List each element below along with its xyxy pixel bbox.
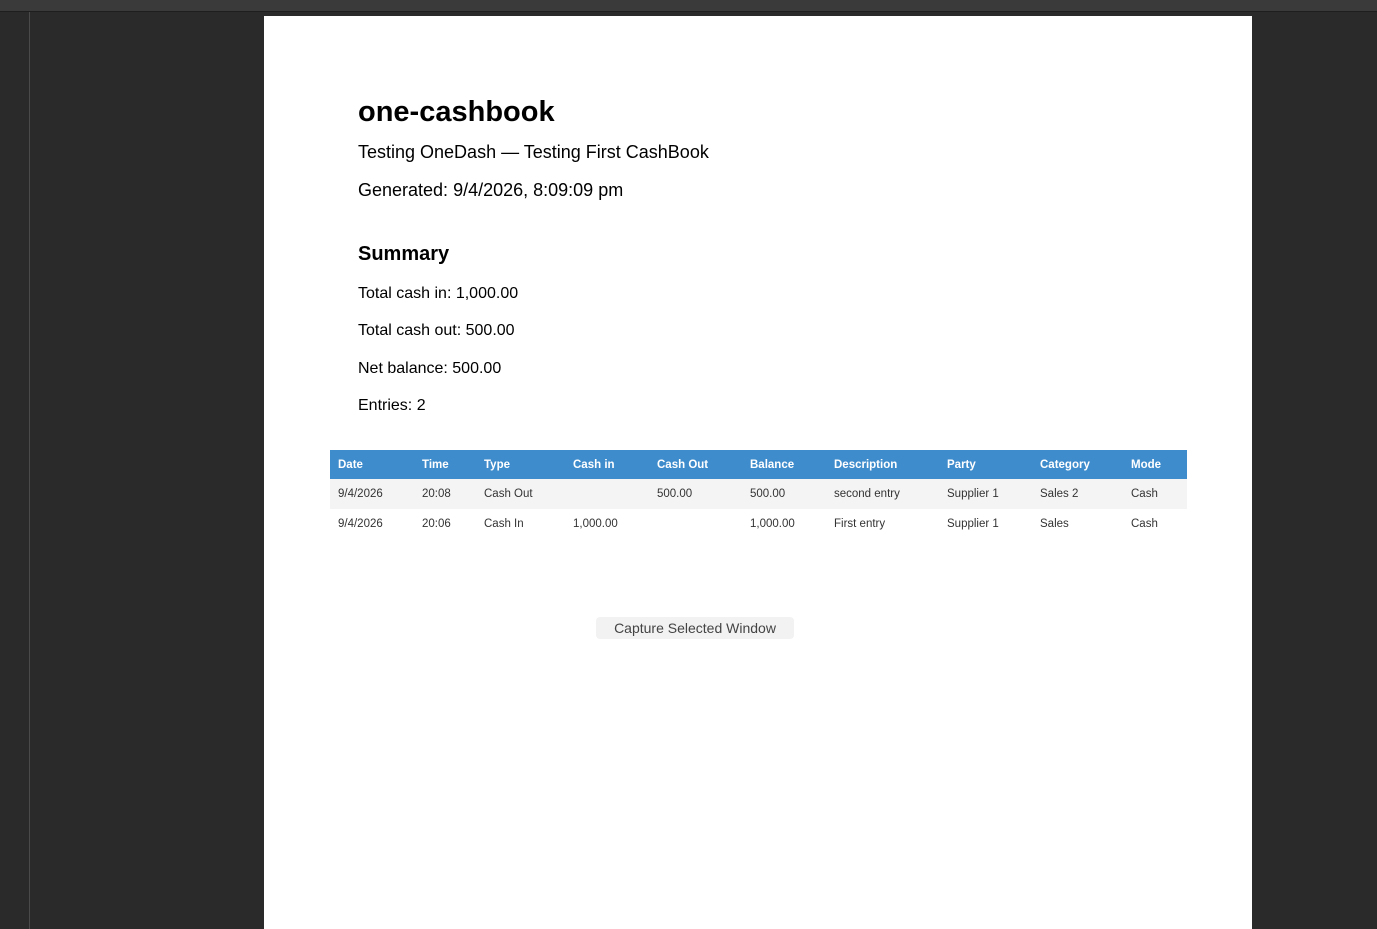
cell-balance: 1,000.00 [742,509,826,539]
cell-category: Sales [1032,509,1123,539]
generated-timestamp: Generated: 9/4/2026, 8:09:09 pm [358,180,624,200]
table-row: 9/4/2026 20:08 Cash Out 500.00 500.00 se… [330,479,1187,509]
column-header-balance: Balance [742,450,826,479]
net-balance: Net balance: 500.00 [358,360,502,377]
column-header-type: Type [476,450,565,479]
cell-description: second entry [826,479,939,509]
cell-time: 20:08 [414,479,476,509]
entries-table: Date Time Type Cash in Cash Out Balance … [330,450,1187,539]
cell-party: Supplier 1 [939,509,1032,539]
cell-category: Sales 2 [1032,479,1123,509]
cell-mode: Cash [1123,509,1187,539]
column-header-category: Category [1032,450,1123,479]
cell-date: 9/4/2026 [330,479,414,509]
cell-balance: 500.00 [742,479,826,509]
total-cash-in: Total cash in: 1,000.00 [358,285,519,302]
cell-cash-out [649,509,742,539]
column-header-party: Party [939,450,1032,479]
cell-party: Supplier 1 [939,479,1032,509]
entries-count: Entries: 2 [358,397,426,414]
sidebar-divider[interactable] [29,12,30,929]
column-header-mode: Mode [1123,450,1187,479]
cell-time: 20:06 [414,509,476,539]
column-header-cash-out: Cash Out [649,450,742,479]
cell-cash-in [565,479,649,509]
cell-cash-out: 500.00 [649,479,742,509]
column-header-time: Time [414,450,476,479]
cell-mode: Cash [1123,479,1187,509]
table-header-row: Date Time Type Cash in Cash Out Balance … [330,450,1187,479]
report-title: one-cashbook [358,96,555,128]
window-top-bar [0,0,1377,12]
report-page: one-cashbook Testing OneDash — Testing F… [264,16,1252,929]
cell-cash-in: 1,000.00 [565,509,649,539]
cell-type: Cash Out [476,479,565,509]
total-cash-out: Total cash out: 500.00 [358,322,515,339]
column-header-description: Description [826,450,939,479]
report-subtitle: Testing OneDash — Testing First CashBook [358,142,709,162]
table-row: 9/4/2026 20:06 Cash In 1,000.00 1,000.00… [330,509,1187,539]
cell-type: Cash In [476,509,565,539]
cell-description: First entry [826,509,939,539]
cell-date: 9/4/2026 [330,509,414,539]
summary-heading: Summary [358,243,450,265]
column-header-date: Date [330,450,414,479]
capture-selected-window-button[interactable]: Capture Selected Window [596,617,794,639]
column-header-cash-in: Cash in [565,450,649,479]
